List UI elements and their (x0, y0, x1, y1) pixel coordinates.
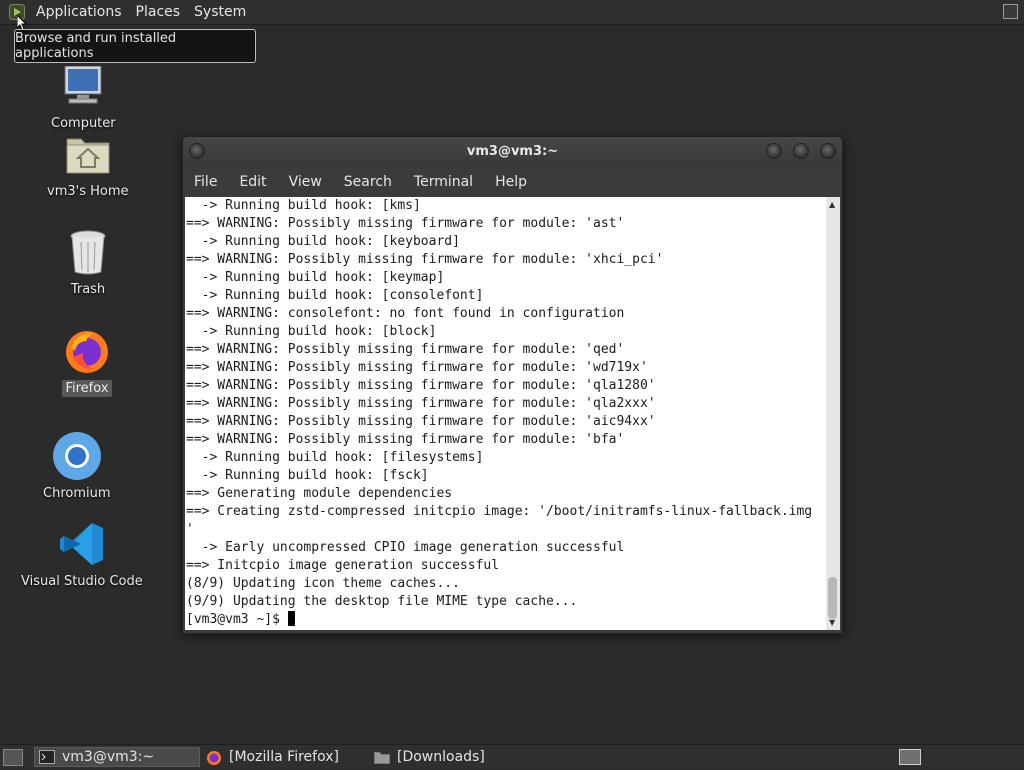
scrollbar-thumb[interactable] (828, 577, 837, 619)
taskbar-item-firefox[interactable]: [Mozilla Firefox] (202, 747, 366, 767)
window-title: vm3@vm3:~ (466, 144, 559, 159)
terminal-line: ==> Generating module dependencies (186, 486, 453, 501)
terminal-line: ==> WARNING: Possibly missing firmware f… (186, 432, 625, 447)
terminal-line: -> Running build hook: [kms] (186, 198, 421, 213)
terminal-line: -> Running build hook: [filesystems] (186, 450, 484, 465)
terminal-line: ==> WARNING: consolefont: no font found … (186, 306, 625, 321)
scroll-down-arrow-icon[interactable]: ▼ (829, 618, 835, 627)
terminal-line: (9/9) Updating the desktop file MIME typ… (186, 594, 578, 609)
terminal-prompt-line: [vm3@vm3 ~]$ (186, 611, 812, 629)
menu-edit[interactable]: Edit (228, 174, 277, 190)
desktop-icon-home[interactable]: vm3's Home (44, 128, 132, 200)
close-button[interactable] (820, 143, 836, 159)
menu-places[interactable]: Places (129, 4, 188, 20)
terminal-window[interactable]: vm3@vm3:~ File Edit View Search Terminal… (182, 136, 843, 634)
desktop-icon-chromium[interactable]: Chromium (40, 430, 114, 502)
menu-view[interactable]: View (278, 174, 333, 190)
computer-icon (57, 60, 109, 112)
taskbar-item-downloads[interactable]: [Downloads] (370, 747, 540, 767)
tooltip: Browse and run installed applications (14, 29, 256, 63)
terminal-line: ==> WARNING: Possibly missing firmware f… (186, 396, 656, 411)
trash-icon (62, 226, 114, 278)
workspace-switcher[interactable] (899, 749, 921, 765)
desktop-icon-firefox[interactable]: Firefox (61, 325, 113, 397)
vscode-icon (56, 518, 108, 570)
terminal-line: -> Running build hook: [consolefont] (186, 288, 484, 303)
terminal-prompt: [vm3@vm3 ~]$ (186, 612, 288, 627)
folder-icon (374, 750, 390, 764)
desktop-icon-label: Firefox (62, 380, 112, 397)
show-desktop-button[interactable] (3, 749, 23, 766)
desktop-icon-label: Chromium (43, 486, 111, 501)
top-panel: Applications Places System (0, 0, 1024, 25)
terminal-lines: -> Running build hook: [kms] ==> WARNING:… (185, 197, 812, 629)
terminal-line: ' (186, 522, 194, 537)
taskbar-item-label: [Downloads] (397, 749, 485, 765)
menu-help[interactable]: Help (484, 174, 538, 190)
window-titlebar[interactable]: vm3@vm3:~ (183, 137, 842, 167)
minimize-button[interactable] (766, 143, 782, 159)
terminal-line: ==> WARNING: Possibly missing firmware f… (186, 378, 656, 393)
taskbar-item-label: vm3@vm3:~ (62, 749, 155, 765)
terminal-line: ==> Creating zstd-compressed initcpio im… (186, 504, 813, 519)
maximize-button[interactable] (793, 143, 809, 159)
terminal-line: -> Running build hook: [keyboard] (186, 234, 460, 249)
taskbar-item-terminal[interactable]: vm3@vm3:~ (34, 747, 200, 767)
bottom-panel: vm3@vm3:~ [Mozilla Firefox] [Downloads] (0, 744, 1024, 769)
terminal-icon (39, 750, 55, 764)
desktop-icon-label: Trash (70, 282, 106, 297)
terminal-scrollbar[interactable]: ▲ ▼ (826, 197, 840, 630)
scroll-up-arrow-icon[interactable]: ▲ (829, 200, 835, 209)
terminal-line: -> Running build hook: [keymap] (186, 270, 445, 285)
menu-file[interactable]: File (183, 174, 228, 190)
menu-system[interactable]: System (187, 4, 253, 20)
terminal-line: -> Early uncompressed CPIO image generat… (186, 540, 625, 555)
menu-search[interactable]: Search (333, 174, 403, 190)
chromium-icon (51, 430, 103, 482)
terminal-output[interactable]: -> Running build hook: [kms] ==> WARNING:… (185, 197, 826, 630)
firefox-icon (61, 325, 113, 377)
taskbar-item-label: [Mozilla Firefox] (229, 749, 339, 765)
terminal-line: ==> WARNING: Possibly missing firmware f… (186, 252, 664, 267)
window-list-button[interactable] (1003, 4, 1018, 19)
desktop-icon-label: vm3's Home (47, 184, 129, 199)
menu-terminal[interactable]: Terminal (403, 174, 484, 190)
desktop-icon-label: Visual Studio Code (21, 574, 143, 589)
terminal-line: ==> WARNING: Possibly missing firmware f… (186, 360, 648, 375)
desktop-icon-trash[interactable]: Trash (62, 226, 114, 298)
terminal-menubar: File Edit View Search Terminal Help (183, 169, 842, 195)
terminal-line: (8/9) Updating icon theme caches... (186, 576, 460, 591)
terminal-line: -> Running build hook: [fsck] (186, 468, 429, 483)
desktop-icon-computer[interactable]: Computer (48, 60, 119, 132)
terminal-line: ==> Initcpio image generation successful (186, 558, 500, 573)
firefox-icon (206, 750, 222, 765)
terminal-line: ==> WARNING: Possibly missing firmware f… (186, 342, 625, 357)
terminal-line: ==> WARNING: Possibly missing firmware f… (186, 216, 625, 231)
home-folder-icon (62, 128, 114, 180)
terminal-line: ==> WARNING: Possibly missing firmware f… (186, 414, 656, 429)
menu-applications[interactable]: Applications (29, 4, 129, 20)
terminal-line: -> Running build hook: [block] (186, 324, 437, 339)
text-cursor (287, 611, 295, 626)
desktop-icon-vscode[interactable]: Visual Studio Code (18, 518, 146, 590)
